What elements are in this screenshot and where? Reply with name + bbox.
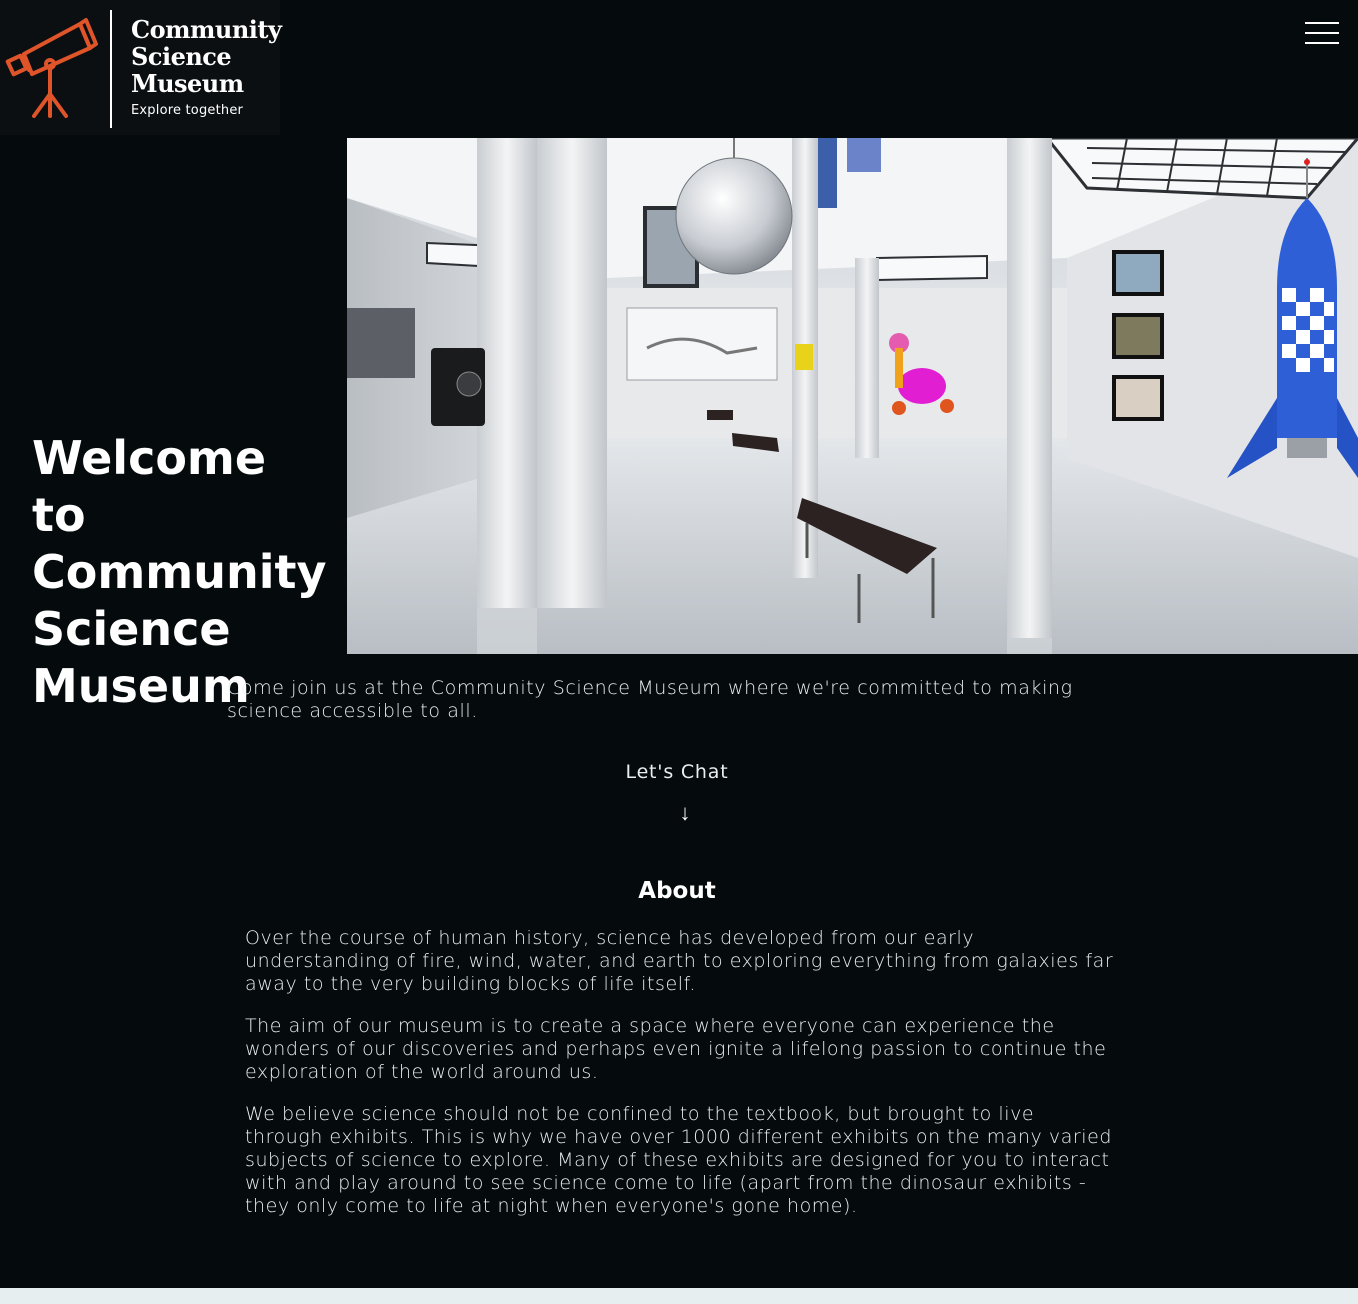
- about-paragraph: We believe science should not be confine…: [245, 1103, 1112, 1217]
- logo-title-line: Science: [131, 42, 232, 71]
- about-paragraph: The aim of our museum is to create a spa…: [245, 1015, 1107, 1083]
- page: Community Science Museum Explore togethe…: [0, 0, 1358, 1304]
- intro-text: Come join us at the Community Science Mu…: [227, 677, 1073, 722]
- menu-bar: [1305, 42, 1339, 44]
- footer-strip: [0, 1288, 1358, 1304]
- about-section: Over the course of human history, scienc…: [245, 927, 1115, 1237]
- menu-bar: [1305, 22, 1339, 24]
- menu-bar: [1305, 32, 1339, 34]
- arrow-down-icon[interactable]: ↓: [675, 800, 695, 826]
- hero-title: Welcome to Community Science Museum: [32, 431, 327, 713]
- logo-divider: [110, 10, 112, 128]
- hamburger-menu-icon[interactable]: [1303, 20, 1341, 48]
- logo-title-line: Community: [131, 15, 282, 44]
- hero-image: [347, 138, 1358, 654]
- logo-title-line: Museum: [131, 69, 244, 98]
- lets-chat-link[interactable]: Let's Chat: [577, 761, 777, 783]
- about-heading: About: [638, 878, 716, 904]
- telescope-icon: [5, 18, 98, 118]
- logo-title: Community Science Museum: [131, 15, 282, 98]
- museum-gallery-illustration: [347, 138, 1358, 654]
- site-logo[interactable]: Community Science Museum Explore togethe…: [0, 0, 282, 135]
- logo-tagline: Explore together: [131, 103, 244, 118]
- about-paragraph: Over the course of human history, scienc…: [245, 927, 1114, 995]
